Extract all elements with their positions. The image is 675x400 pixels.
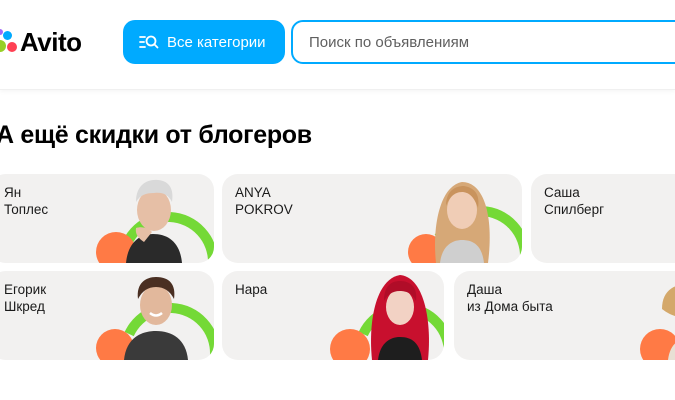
avito-logo[interactable]: Avito (0, 22, 82, 62)
blogger-name: ANYA POKROV (235, 185, 293, 217)
logo-mark-icon (0, 28, 18, 56)
blogger-name: Саша Спилберг (544, 185, 604, 217)
all-categories-label: Все категории (167, 33, 266, 51)
section-title: А ещё скидки от блогеров (0, 121, 312, 149)
blogger-photo (126, 179, 182, 263)
blogger-card-sasha-spilberg[interactable]: Саша Спилберг (531, 174, 675, 263)
all-categories-button[interactable]: Все категории (123, 20, 285, 64)
blogger-name: Нара (235, 282, 268, 297)
blogger-card-dasha-iz-doma-byta[interactable]: Даша из Дома быта (454, 271, 675, 360)
categories-search-icon (139, 35, 159, 49)
blogger-card-yan-toples[interactable]: Ян Топлес (0, 174, 214, 263)
blogger-name: Ян Топлес (4, 185, 49, 217)
blogger-photo (662, 286, 675, 360)
blogger-photo (435, 182, 490, 263)
blogger-name: Даша из Дома быта (467, 282, 553, 314)
blogger-name: Егорик Шкред (4, 282, 47, 314)
logo-text: Avito (20, 26, 82, 57)
blogger-card-egorik-shkred[interactable]: Егорик Шкред (0, 271, 214, 360)
site-header: Avito Все категории (0, 0, 675, 90)
search-input[interactable] (291, 20, 675, 64)
blogger-card-anya-pokrov[interactable]: ANYA POKROV (222, 174, 522, 263)
blogger-card-nara[interactable]: Нара (222, 271, 444, 360)
blogger-photo (371, 275, 429, 360)
blogger-photo (124, 277, 188, 360)
